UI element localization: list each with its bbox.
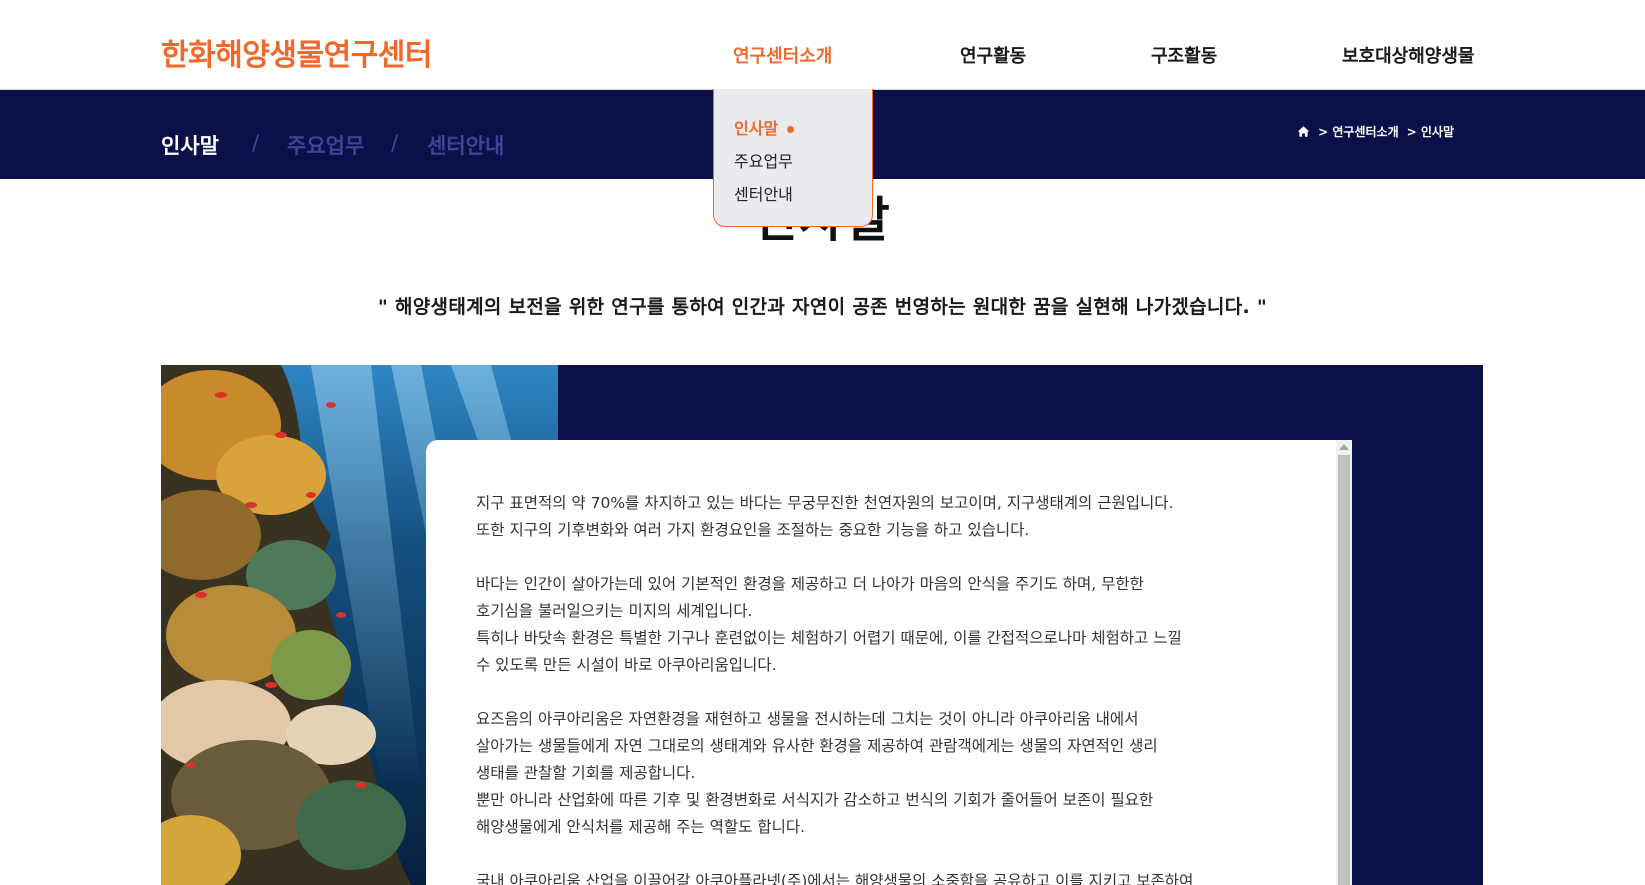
scrollbar-thumb[interactable] (1338, 455, 1350, 885)
greeting-line: 요즈음의 아쿠아리움은 자연환경을 재현하고 생물을 전시하는데 그치는 것이 … (476, 710, 1139, 728)
greeting-line: 호기심을 불러일으키는 미지의 세계입니다. (476, 602, 753, 620)
active-dot-icon (787, 126, 795, 133)
greeting-line: 바다는 인간이 살아가는데 있어 기본적인 환경을 제공하고 더 나아가 마음의… (476, 575, 1144, 593)
greeting-line: 해양생물에게 안식처를 제공해 주는 역할도 합니다. (476, 818, 806, 836)
nav-item-rescue[interactable]: 구조활동 (1151, 42, 1217, 68)
nav-item-protected-species[interactable]: 보호대상해양생물 (1342, 42, 1474, 68)
greeting-line: 뿐만 아니라 산업화에 따른 기후 및 환경변화로 서식지가 감소하고 번식의 … (476, 791, 1154, 809)
greeting-line: 국내 아쿠아리움 산업을 이끌어갈 아쿠아플라넷(주)에서는 해양생물의 소중함… (476, 872, 1194, 885)
greeting-line: 또한 지구의 기후변화와 여러 가지 환경요인을 조절하는 중요한 기능을 하고… (476, 521, 1030, 539)
greeting-line: 생태를 관찰할 기회를 제공합니다. (476, 764, 696, 782)
breadcrumb-item-greeting[interactable]: > 인사말 (1407, 123, 1454, 140)
site-logo[interactable]: 한화해양생물연구센터 (161, 30, 433, 74)
nav-item-about[interactable]: 연구센터소개 (733, 42, 832, 68)
greeting-slogan: " 해양생태계의 보전을 위한 연구를 통하여 인간과 자연이 공존 번영하는 … (377, 296, 1268, 318)
greeting-text-panel[interactable]: 지구 표면적의 약 70%를 차지하고 있는 바다는 무궁무진한 천연자원의 보… (426, 440, 1352, 885)
vertical-scrollbar[interactable] (1336, 440, 1352, 885)
nav-item-research[interactable]: 연구활동 (960, 42, 1026, 68)
breadcrumb-item-about[interactable]: > 연구센터소개 (1318, 123, 1398, 140)
greeting-line: 지구 표면적의 약 70%를 차지하고 있는 바다는 무궁무진한 천연자원의 보… (476, 494, 1174, 512)
greeting-line: 특히나 바닷속 환경은 특별한 기구나 훈련없이는 체험하기 어렵기 때문에, … (476, 629, 1182, 647)
subnav-tab-main-work[interactable]: 주요업무 (287, 130, 364, 160)
subnav-separator: / (252, 131, 260, 155)
home-icon[interactable] (1297, 125, 1310, 138)
subnav-tab-center-info[interactable]: 센터안내 (427, 130, 504, 160)
subnav-separator: / (391, 131, 399, 155)
greeting-line: 수 있도록 만든 시설이 바로 아쿠아리움입니다. (476, 656, 777, 674)
dropdown-item-main-work[interactable]: 주요업무 (734, 148, 793, 172)
dropdown-item-label: 인사말 (734, 119, 779, 138)
greeting-line: 살아가는 생물들에게 자연 그대로의 생태계와 유사한 환경을 제공하여 관람객… (476, 737, 1158, 755)
dropdown-item-center-info[interactable]: 센터안내 (734, 181, 793, 205)
about-dropdown-menu: 인사말 주요업무 센터안내 (713, 89, 873, 227)
subnav-tab-greeting[interactable]: 인사말 (161, 130, 219, 160)
scroll-up-icon[interactable] (1339, 444, 1349, 450)
site-header: 한화해양생물연구센터 연구센터소개 연구활동 구조활동 보호대상해양생물 (0, 0, 1645, 90)
dropdown-item-greeting[interactable]: 인사말 (734, 115, 795, 139)
greeting-text: 지구 표면적의 약 70%를 차지하고 있는 바다는 무궁무진한 천연자원의 보… (476, 490, 1276, 885)
breadcrumb: > 연구센터소개 > 인사말 (1297, 121, 1454, 141)
